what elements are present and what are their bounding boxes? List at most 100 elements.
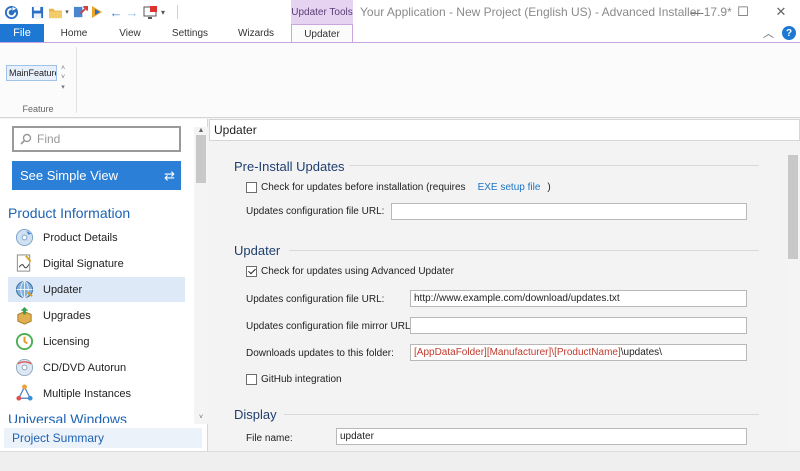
sidebar-item-updater[interactable]: Updater bbox=[8, 277, 185, 302]
cd-icon bbox=[14, 228, 34, 248]
sidebar-item-digital-signature[interactable]: Digital Signature bbox=[8, 251, 185, 276]
left-pane-scrollbar[interactable]: ▲ ˅ bbox=[194, 127, 208, 424]
sidebar-item-label: Upgrades bbox=[43, 309, 91, 322]
build-icon[interactable] bbox=[72, 3, 88, 21]
sidebar-item-cd-dvd-autorun[interactable]: CD/DVD Autorun bbox=[8, 355, 185, 380]
swap-arrows-icon: ⇄ bbox=[164, 168, 175, 183]
group-title-updater: Updater bbox=[234, 243, 281, 258]
dropdown-arrow-icon[interactable]: ▾ bbox=[64, 3, 70, 21]
github-integration-label[interactable]: GitHub integration bbox=[261, 374, 342, 385]
search-icon bbox=[20, 133, 32, 145]
chevron-up-icon[interactable]: ˄ bbox=[61, 65, 65, 72]
sidebar-item-label: Multiple Instances bbox=[43, 387, 132, 400]
scroll-down-icon[interactable]: ˅ bbox=[194, 414, 208, 424]
download-folder-label: Downloads updates to this folder: bbox=[246, 348, 394, 359]
folder-path-suffix: \updates\ bbox=[620, 347, 662, 358]
back-arrow-icon[interactable]: ← bbox=[109, 3, 123, 21]
main-pane-scrollbar[interactable] bbox=[786, 155, 800, 451]
run-icon[interactable] bbox=[90, 3, 104, 21]
tab-view[interactable]: View bbox=[110, 24, 150, 42]
save-icon[interactable] bbox=[30, 3, 44, 21]
section-universal-windows[interactable]: Universal Windows bbox=[8, 411, 127, 423]
minimize-button[interactable]: — bbox=[674, 1, 720, 23]
status-bar bbox=[0, 451, 800, 471]
tab-wizards[interactable]: Wizards bbox=[230, 24, 282, 42]
forward-arrow-icon[interactable]: → bbox=[125, 3, 139, 21]
context-tab-group-label: Updater Tools bbox=[291, 0, 353, 24]
screen-record-icon[interactable] bbox=[143, 3, 157, 21]
search-input[interactable]: Find bbox=[12, 126, 181, 152]
ribbon-tab-row: File Home View Settings Wizards Updater … bbox=[0, 24, 800, 43]
page-title: Updater bbox=[209, 119, 800, 141]
pre-install-check-row: Check for updates before installation (r… bbox=[246, 182, 551, 193]
app-menu-icon[interactable] bbox=[2, 3, 20, 21]
close-button[interactable]: ✕ bbox=[758, 1, 800, 23]
download-folder-input[interactable]: [AppDataFolder][Manufacturer]\[ProductNa… bbox=[410, 344, 747, 361]
pre-install-check-suffix: ) bbox=[547, 182, 551, 193]
file-name-label: File name: bbox=[246, 433, 293, 444]
tab-updater[interactable]: Updater bbox=[291, 24, 353, 43]
group-divider bbox=[284, 414, 759, 415]
disc-icon bbox=[14, 358, 34, 378]
sidebar-item-label: CD/DVD Autorun bbox=[43, 361, 127, 374]
group-title-pre-install: Pre-Install Updates bbox=[234, 159, 345, 174]
updater-config-url-input[interactable]: http://www.example.com/download/updates.… bbox=[410, 290, 747, 307]
pre-install-checkbox[interactable] bbox=[246, 182, 257, 193]
collapse-ribbon-icon[interactable]: ︿ bbox=[763, 25, 774, 41]
advanced-updater-checkbox[interactable] bbox=[246, 266, 257, 277]
group-divider bbox=[289, 250, 759, 251]
section-product-information[interactable]: Product Information bbox=[8, 205, 130, 221]
tab-home[interactable]: Home bbox=[52, 24, 96, 42]
group-title-display: Display bbox=[234, 407, 277, 422]
project-summary-link[interactable]: Project Summary bbox=[4, 428, 202, 448]
group-divider bbox=[349, 165, 759, 166]
sidebar-item-label: Digital Signature bbox=[43, 257, 124, 270]
help-icon[interactable]: ? bbox=[782, 26, 796, 40]
toolbar-divider bbox=[177, 5, 178, 19]
upgrade-box-icon bbox=[14, 306, 34, 326]
pre-install-config-url-input[interactable] bbox=[391, 203, 747, 220]
main-content-pane: Updater Pre-Install Updates Check for up… bbox=[209, 119, 800, 451]
ribbon-group-divider bbox=[76, 47, 77, 113]
pre-install-check-label[interactable]: Check for updates before installation (r… bbox=[261, 182, 466, 193]
instances-icon bbox=[14, 384, 34, 404]
scroll-thumb[interactable] bbox=[196, 135, 206, 183]
see-simple-view-button[interactable]: See Simple View ⇄ bbox=[12, 161, 181, 190]
exe-setup-file-link[interactable]: EXE setup file bbox=[478, 182, 541, 193]
signature-icon bbox=[14, 254, 34, 274]
sidebar-item-label: Updater bbox=[43, 283, 83, 296]
updater-check-row: Check for updates using Advanced Updater bbox=[246, 266, 454, 277]
pre-install-config-url-label: Updates configuration file URL: bbox=[246, 206, 385, 217]
expand-gallery-icon[interactable]: ▾ bbox=[61, 83, 65, 91]
github-integration-checkbox[interactable] bbox=[246, 374, 257, 385]
updater-mirror-url-label: Updates configuration file mirror URL: bbox=[246, 321, 414, 332]
sidebar-item-label: Licensing bbox=[43, 335, 90, 348]
chevron-down-icon[interactable]: ˅ bbox=[61, 74, 65, 81]
updater-config-url-label: Updates configuration file URL: bbox=[246, 294, 385, 305]
license-icon bbox=[14, 332, 34, 352]
title-bar: ▾ ← → ▾ Updater Tools Your Application -… bbox=[0, 0, 800, 24]
sidebar-item-product-details[interactable]: Product Details bbox=[8, 225, 185, 250]
sidebar-item-licensing[interactable]: Licensing bbox=[8, 329, 185, 354]
feature-combo[interactable]: MainFeature bbox=[6, 65, 57, 81]
file-name-input[interactable]: updater bbox=[336, 428, 747, 445]
folder-path-variables: [AppDataFolder][Manufacturer]\[ProductNa… bbox=[414, 347, 621, 358]
sidebar-item-label: Product Details bbox=[43, 231, 118, 244]
ribbon: MainFeature ˄ ˅ ▾ Feature bbox=[0, 42, 800, 118]
customize-toolbar-icon[interactable]: ▾ bbox=[159, 3, 167, 21]
search-placeholder: Find bbox=[37, 132, 61, 146]
tab-settings[interactable]: Settings bbox=[165, 24, 215, 42]
globe-icon bbox=[14, 280, 34, 300]
advanced-updater-check-label[interactable]: Check for updates using Advanced Updater bbox=[261, 266, 454, 277]
ribbon-group-label: Feature bbox=[22, 104, 54, 114]
feature-combo-scroll[interactable]: ˄ ˅ ▾ bbox=[58, 65, 68, 99]
simple-view-label: See Simple View bbox=[20, 168, 119, 183]
left-navigation-pane: Find See Simple View ⇄ Product Informati… bbox=[0, 119, 208, 451]
open-folder-icon[interactable] bbox=[47, 3, 63, 21]
github-check-row: GitHub integration bbox=[246, 374, 342, 385]
sidebar-item-multiple-instances[interactable]: Multiple Instances bbox=[8, 381, 185, 406]
sidebar-item-upgrades[interactable]: Upgrades bbox=[8, 303, 185, 328]
updater-mirror-url-input[interactable] bbox=[410, 317, 747, 334]
scroll-thumb[interactable] bbox=[788, 155, 798, 259]
tab-file[interactable]: File bbox=[0, 24, 44, 42]
